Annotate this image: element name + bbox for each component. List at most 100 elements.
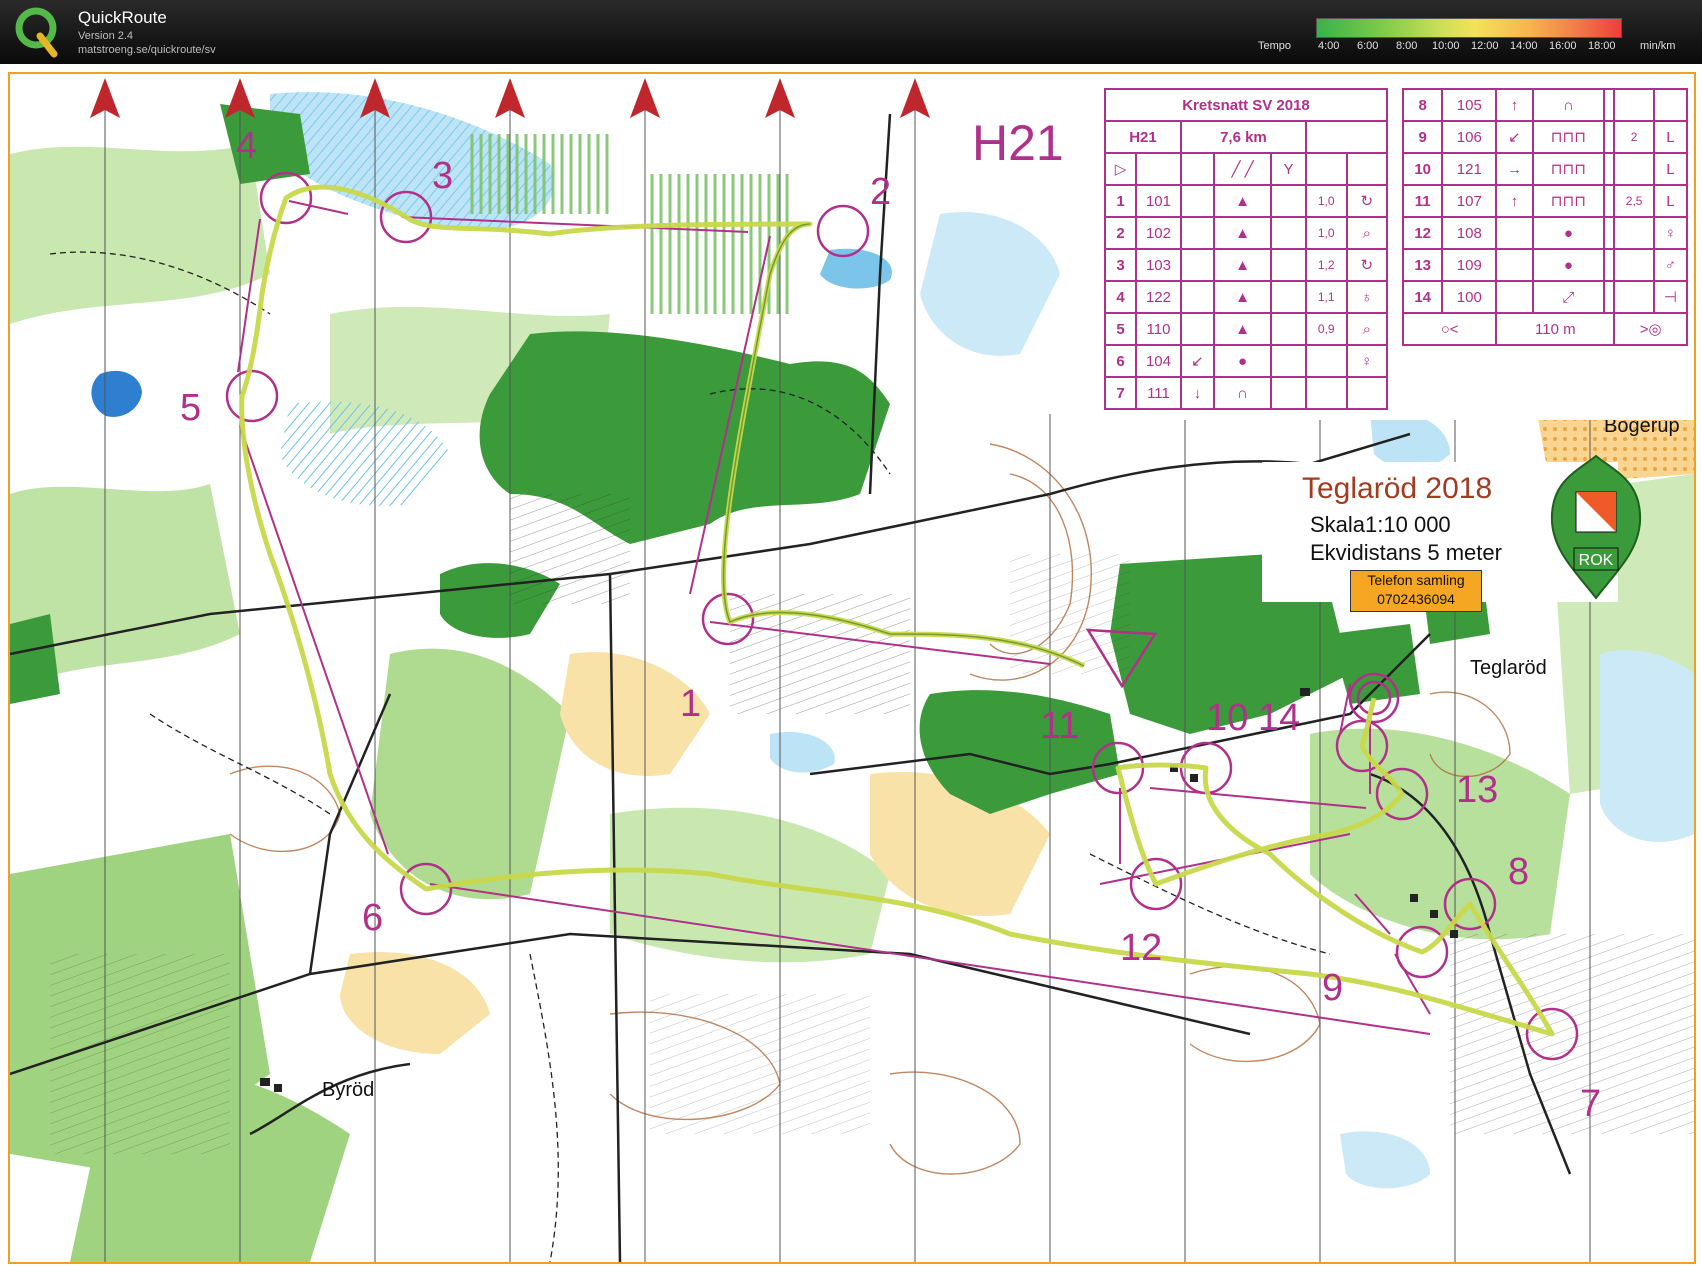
control-number: 2 — [1104, 216, 1137, 250]
tempo-tick: 18:00 — [1588, 40, 1616, 52]
quickroute-logo-icon — [15, 7, 58, 58]
control-feature: ● — [1212, 344, 1273, 378]
control-number-label: 3 — [432, 155, 453, 197]
control-dimension — [1304, 376, 1348, 410]
control-feature: ⊓⊓⊓ — [1531, 120, 1606, 154]
control-number-label: 13 — [1456, 769, 1498, 811]
control-direction — [1179, 216, 1215, 250]
tempo-tick: 6:00 — [1357, 40, 1379, 52]
control-number-label: 2 — [870, 171, 891, 213]
control-dimension — [1613, 216, 1655, 250]
finish-end-icon: >◎ — [1613, 312, 1688, 346]
tempo-label: Tempo — [1258, 40, 1292, 52]
marsh — [1600, 650, 1694, 843]
cultivated-land — [1450, 934, 1694, 1134]
control-location: ⌕ — [1345, 216, 1389, 250]
control-code: 103 — [1135, 248, 1182, 282]
control-feature: ● — [1531, 216, 1606, 250]
tempo-tick: 14:00 — [1510, 40, 1538, 52]
map-info-box: Teglaröd 2018 Skala1:10 000 Ekvidistans … — [1262, 454, 1642, 612]
control-code: 107 — [1441, 184, 1498, 218]
control-direction: → — [1495, 152, 1534, 186]
place-name-teglarod: Teglaröd — [1470, 657, 1547, 679]
control-number-label: 9 — [1322, 967, 1343, 1009]
control-description-row: 6 104 ↙ ● ♀ — [1104, 344, 1389, 378]
control-feature: ∩ — [1531, 88, 1606, 122]
control-number-label: 7 — [1580, 1083, 1601, 1125]
control-direction — [1179, 184, 1215, 218]
app-url[interactable]: matstroeng.se/quickroute/sv — [78, 44, 216, 56]
control-dimension: 2,5 — [1613, 184, 1655, 218]
control-number: 8 — [1401, 88, 1444, 122]
control-number-label: 4 — [236, 125, 257, 167]
control-code: 122 — [1135, 280, 1182, 314]
club-logo-icon: ROK — [1550, 454, 1642, 600]
event-name: Kretsnatt SV 2018 — [1104, 88, 1388, 122]
control-number: 9 — [1401, 120, 1444, 154]
control-code: 104 — [1135, 344, 1182, 378]
map-scale: Skala1:10 000 — [1310, 512, 1451, 537]
app-titlebar: QuickRoute Version 2.4 matstroeng.se/qui… — [0, 0, 1702, 64]
control-description-row: 9 106 ↙ ⊓⊓⊓ 2 L — [1401, 120, 1689, 154]
control-number: 1 — [1104, 184, 1137, 218]
control-feature: ⤢ — [1531, 280, 1606, 314]
control-location: ↻ — [1345, 184, 1389, 218]
control-number: 11 — [1401, 184, 1444, 218]
control-empty-cell — [1270, 344, 1307, 378]
control-location — [1345, 376, 1389, 410]
cultivated-land — [1010, 554, 1130, 674]
control-location — [1652, 88, 1689, 122]
control-empty-cell — [1270, 376, 1307, 410]
control-code: 100 — [1441, 280, 1498, 314]
control-direction: ↓ — [1179, 376, 1215, 410]
map-title: Teglaröd 2018 — [1302, 472, 1493, 505]
orienteering-map[interactable]: 1 2 3 4 5 6 7 8 9 10 11 12 13 14 H21 Bög… — [8, 72, 1696, 1264]
tempo-tick: 16:00 — [1549, 40, 1577, 52]
control-code: 105 — [1441, 88, 1498, 122]
tempo-tick: 4:00 — [1318, 40, 1340, 52]
control-feature: ⊓⊓⊓ — [1531, 184, 1606, 218]
control-empty-cell — [1603, 120, 1616, 154]
control-description-row: 14 100 ⤢ ⊣ — [1401, 280, 1689, 314]
control-empty-cell — [1270, 312, 1307, 346]
control-feature: ▲ — [1212, 248, 1273, 282]
cultivated-land — [510, 494, 630, 604]
control-location: ♀ — [1345, 344, 1389, 378]
control-dimension — [1613, 248, 1655, 282]
control-number: 14 — [1401, 280, 1444, 314]
phone-label: Telefon samling — [1367, 572, 1465, 588]
control-number-label: 10 — [1206, 697, 1248, 739]
control-number-label: 8 — [1508, 851, 1529, 893]
control-description-row: 12 108 ● ♀ — [1401, 216, 1689, 250]
control-direction — [1495, 248, 1534, 282]
control-dimension — [1304, 344, 1348, 378]
control-empty-cell — [1603, 184, 1616, 218]
control-code: 109 — [1441, 248, 1498, 282]
control-location: L — [1652, 184, 1689, 218]
control-dimension — [1613, 88, 1655, 122]
control-direction — [1179, 280, 1215, 314]
control-description-row: 3 103 ▲ 1,2 ↻ — [1104, 248, 1389, 282]
control-description-row: 2 102 ▲ 1,0 ⌕ — [1104, 216, 1389, 250]
cultivated-land — [650, 994, 870, 1134]
control-empty-cell — [1270, 216, 1307, 250]
control-empty-cell — [1270, 280, 1307, 314]
phone-box: Telefon samling 0702436094 — [1350, 570, 1482, 612]
control-description-row: 7 111 ↓ ∩ — [1104, 376, 1389, 410]
control-location: ⌕ — [1345, 312, 1389, 346]
control-location: ♂ — [1652, 248, 1689, 282]
control-location: ♁ — [1345, 280, 1389, 314]
control-empty-cell — [1603, 216, 1616, 250]
control-code: 102 — [1135, 216, 1182, 250]
control-description-sheet: Kretsnatt SV 2018 H21 7,6 km ▷ ╱ ╱ Y 1 10… — [1104, 88, 1694, 420]
control-feature: ⊓⊓⊓ — [1531, 152, 1606, 186]
finish-distance: 110 m — [1495, 312, 1616, 346]
control-direction: ↙ — [1179, 344, 1215, 378]
start-feature-icon: ╱ ╱ — [1212, 152, 1273, 186]
control-number-label: 11 — [1040, 705, 1079, 747]
control-feature: ● — [1531, 248, 1606, 282]
control-direction — [1495, 280, 1534, 314]
control-dimension: 1,0 — [1304, 216, 1348, 250]
tempo-color-scale — [1316, 18, 1622, 38]
control-description-row: 4 122 ▲ 1,1 ♁ — [1104, 280, 1389, 314]
